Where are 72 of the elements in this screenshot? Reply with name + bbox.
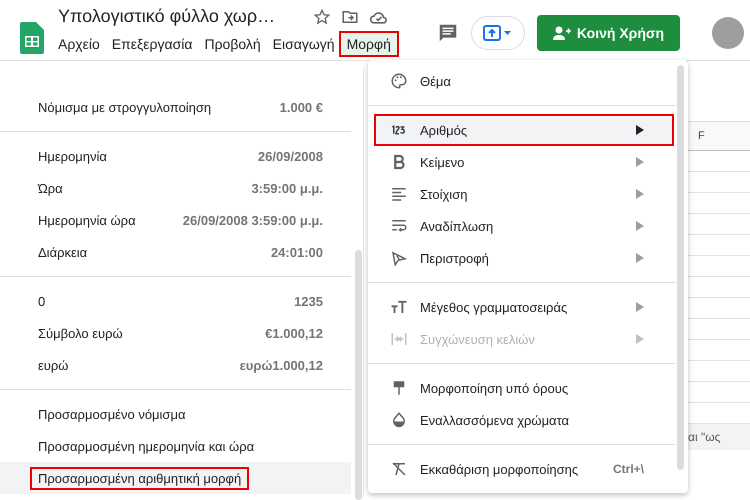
menu-row[interactable]: Προσαρμοσμένη ημερομηνία και ώρα [0,430,351,462]
format-example: 26/09/2008 [258,148,323,164]
menu-option[interactable]: Θέμα [374,65,674,97]
spreadsheet-logo[interactable] [20,22,44,54]
rotate-text-icon [390,249,408,267]
format-example: 24:01:00 [270,244,323,260]
menu-option[interactable]: Στοίχιση [374,178,674,210]
menu-row[interactable]: Ώρα 3:59:00 μ.μ. [0,172,351,204]
format-example: 3:59:00 μ.μ. [251,180,323,196]
format-example: 26/09/2008 3:59:00 μ.μ. [182,212,323,228]
submenu-arrow-icon [636,302,644,312]
submenu-arrow-icon [636,189,644,199]
menu-option[interactable]: Αναδίπλωση [374,210,674,242]
format-option[interactable]: Διάρκεια [30,240,96,264]
menu-option[interactable]: Εναλλασσόμενα χρώματα [374,404,674,436]
format-option[interactable]: Προσαρμοσμένη αριθμητική μορφή [30,466,250,490]
drop-icon [390,411,408,429]
document-title[interactable]: Υπολογιστικό φύλλο χωρ… [58,6,276,27]
format-example: ευρώ1.000,12 [240,358,323,372]
menu-item[interactable]: Μορφή [340,33,397,55]
format-option[interactable]: Προσαρμοσμένο νόμισμα [30,402,194,426]
person-icon [552,26,571,40]
menu-row[interactable]: Διάρκεια 24:01:00 [0,236,351,268]
format-option[interactable]: Νόμισμα με στρογγυλοποίηση [30,96,220,118]
format-option[interactable]: ευρώ [30,354,76,376]
format-option[interactable]: Ημερομηνία ώρα [30,208,144,232]
menu-option[interactable]: Αριθμός [374,114,674,146]
format-option[interactable]: Προσαρμοσμένη ημερομηνία και ώρα [30,434,262,458]
submenu-arrow-icon [636,125,644,135]
format-example: 1235 [294,294,323,308]
format-option[interactable]: Σύμβολο ευρώ [30,322,131,344]
share-button[interactable]: Κοινή Χρήση [536,15,680,51]
menu-option[interactable]: Κείμενο [374,146,674,178]
submenu-arrow-icon [636,157,644,167]
submenu-arrow-icon [636,334,644,344]
submenu-arrow-icon [636,221,644,231]
menu-option[interactable]: Μορφοποίηση υπό όρους [374,372,674,404]
menu-row[interactable]: Ημερομηνία ώρα 26/09/2008 3:59:00 μ.μ. [0,204,351,236]
format-option[interactable]: Ημερομηνία [30,144,115,168]
menu-item[interactable]: Επεξεργασία [106,33,198,55]
menu-row[interactable]: Σύμβολο ευρώ €1.000,12 [0,317,351,349]
menu-row[interactable]: Νόμισμα με στρογγυλοποίηση 1.000 € [0,91,351,123]
column-header[interactable]: F [688,122,750,151]
star-icon[interactable] [313,8,332,26]
clear-format-icon [390,460,408,478]
menu-row[interactable]: Ημερομηνία 26/09/2008 [0,140,351,172]
format-option[interactable]: Ώρα [30,176,71,200]
menu-row[interactable]: Προσαρμοσμένο νόμισμα [0,398,351,430]
present-button[interactable] [470,16,525,50]
menu-row[interactable]: ευρώ ευρώ1.000,12 [0,349,351,381]
submenu-arrow-icon [636,253,644,263]
merge-cells-icon [390,330,408,348]
menu-item[interactable]: Εισαγωγή [266,33,341,55]
menu-row[interactable]: 0 1235 [0,285,351,317]
avatar[interactable] [712,17,744,49]
cell-text: αι "ως [688,424,750,450]
format-example: 1.000 € [280,100,323,114]
scrollbar[interactable] [677,65,684,470]
format-example: €1.000,12 [265,326,323,340]
font-size-icon [390,298,408,316]
comment-icon[interactable] [436,22,459,44]
menu-row[interactable]: Προσαρμοσμένη αριθμητική μορφή [0,462,351,494]
menu-item[interactable]: Προβολή [198,33,267,55]
menu-option[interactable]: Μέγεθος γραμματοσειράς [374,291,674,323]
align-left-icon [390,185,408,203]
menu-option[interactable]: Εκκαθάριση μορφοποίησης Ctrl+\ [374,453,674,485]
menu-item[interactable]: Αρχείο [52,33,106,55]
format-option[interactable]: 0 [30,290,54,312]
scrollbar[interactable] [355,250,362,500]
palette-icon [390,72,408,90]
upload-icon [482,25,513,41]
menu-option[interactable]: Περιστροφή [374,242,674,274]
